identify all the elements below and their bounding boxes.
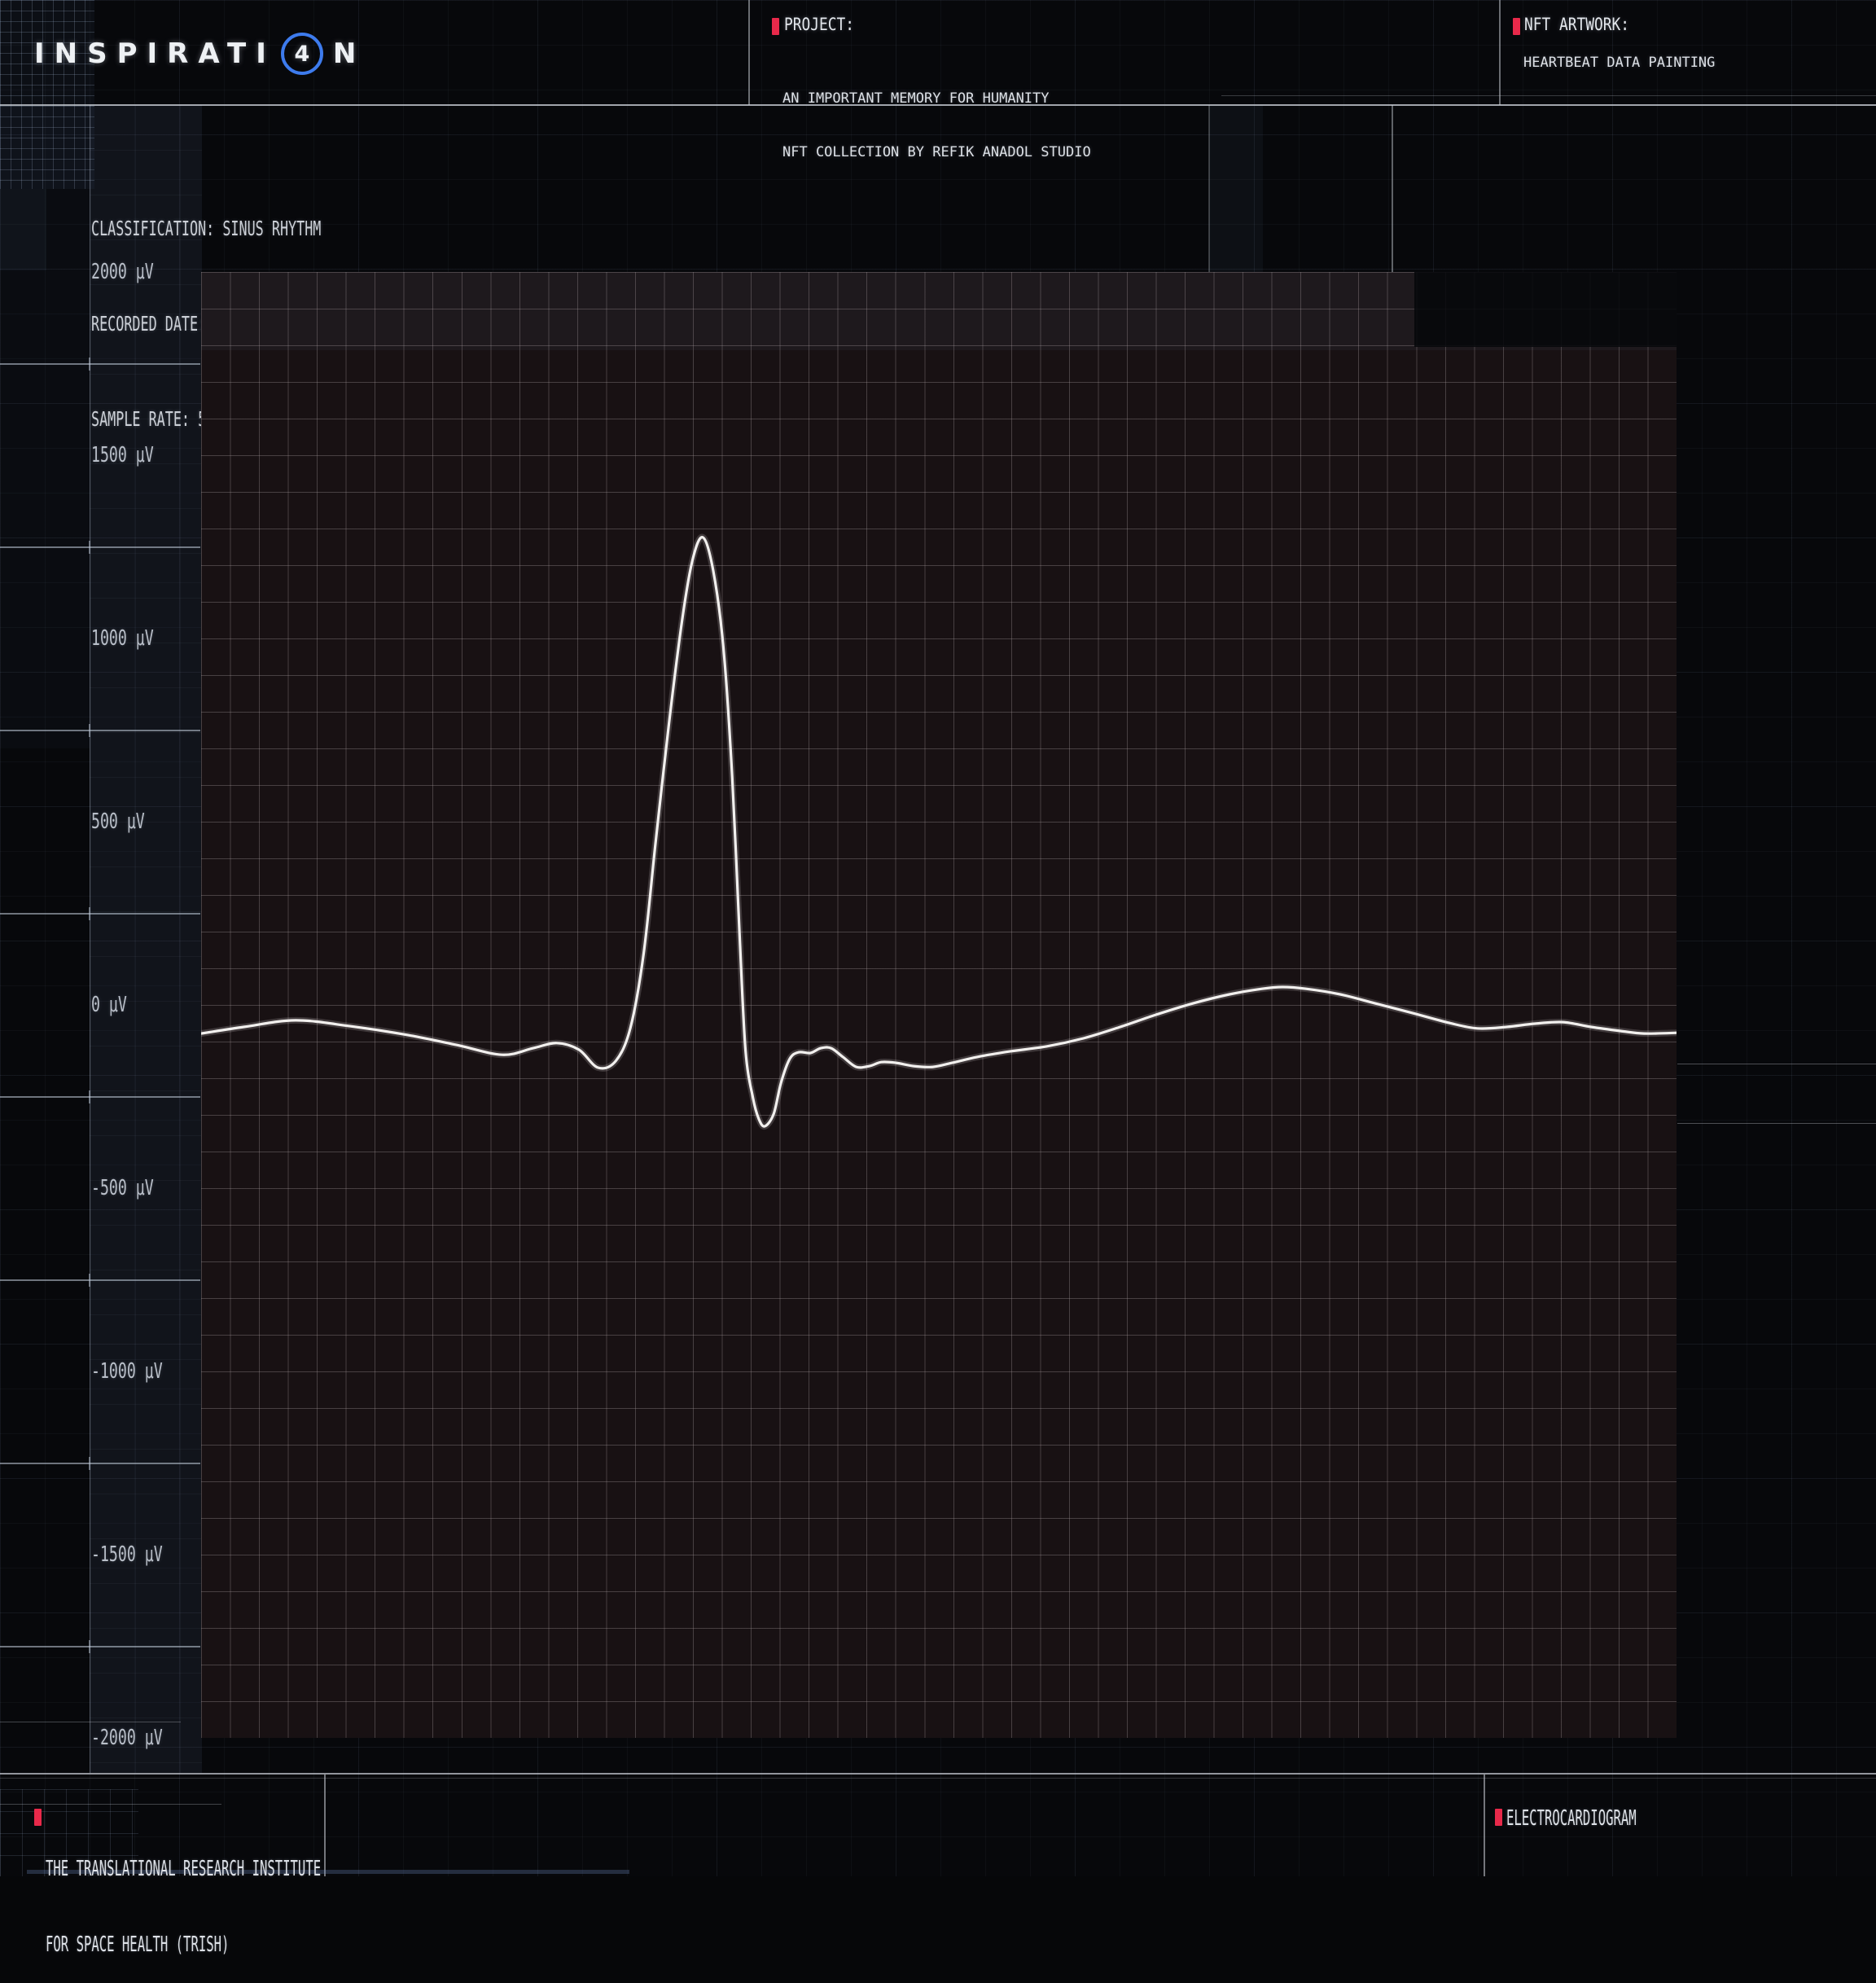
y-axis-tick-cross bbox=[89, 1090, 90, 1103]
classification-text: CLASSIFICATION: SINUS RHYTHM bbox=[91, 213, 419, 244]
artwork-canvas: { "header": { "logo": { "text_before": "… bbox=[0, 0, 1876, 1876]
inspiration4-logo: INSPIRATI 4 N bbox=[34, 33, 366, 75]
ecg-plot-area bbox=[201, 272, 1677, 1738]
y-axis-tick-cross bbox=[89, 1640, 90, 1653]
header-separator-artwork bbox=[1499, 0, 1501, 105]
background-hline-3 bbox=[1677, 1123, 1876, 1124]
trish-red-marker bbox=[34, 1809, 42, 1826]
y-axis-tick-cross bbox=[89, 724, 90, 737]
y-axis-tick bbox=[0, 730, 200, 731]
electrocardiogram-label: ELECTROCARDIOGRAM bbox=[1506, 1806, 1637, 1832]
trish-line-2: FOR SPACE HEALTH (TRISH) bbox=[46, 1933, 321, 1958]
ecg-red-marker bbox=[1495, 1809, 1502, 1826]
header-separator-project bbox=[748, 0, 750, 105]
trish-credit: THE TRANSLATIONAL RESEARCH INSTITUTE FOR… bbox=[46, 1806, 321, 1983]
y-axis-tick bbox=[0, 913, 200, 915]
y-axis-label: -500 μV bbox=[91, 1173, 154, 1204]
ecg-waveform-line bbox=[201, 537, 1677, 1127]
logo-number: 4 bbox=[294, 42, 309, 67]
ecg-waveform-svg bbox=[201, 272, 1677, 1738]
background-vline-2 bbox=[1208, 105, 1210, 273]
left-column-panel bbox=[0, 105, 90, 748]
y-axis-label: -1500 μV bbox=[91, 1539, 163, 1570]
footer-divider-line bbox=[0, 1773, 1876, 1775]
background-vline-1 bbox=[1392, 105, 1393, 273]
y-axis-tick-cross bbox=[89, 358, 90, 371]
upper-right-panel bbox=[1209, 105, 1263, 273]
artwork-label: NFT ARTWORK: bbox=[1524, 15, 1629, 34]
artwork-title: HEARTBEAT DATA PAINTING bbox=[1523, 54, 1715, 72]
y-axis-tick bbox=[0, 546, 200, 548]
footer-separator-right bbox=[1484, 1775, 1485, 1876]
artwork-red-marker bbox=[1513, 18, 1520, 35]
y-axis-label: 0 μV bbox=[91, 989, 127, 1020]
y-axis-tick bbox=[0, 1646, 200, 1647]
footer-separator-left bbox=[324, 1775, 326, 1876]
y-axis-tick-cross bbox=[89, 541, 90, 554]
y-axis-label: 1000 μV bbox=[91, 623, 154, 654]
project-line-2: NFT COLLECTION BY REFIK ANADOL STUDIO bbox=[782, 143, 1091, 161]
y-axis-tick bbox=[0, 1279, 200, 1281]
background-hline-1 bbox=[1221, 95, 1876, 96]
y-axis-label: -2000 μV bbox=[91, 1722, 163, 1753]
y-axis-tick-cross bbox=[89, 907, 90, 920]
logo-text-after: N bbox=[333, 37, 366, 70]
y-axis-tick bbox=[0, 1463, 200, 1464]
logo-text-before: INSPIRATI bbox=[34, 37, 276, 70]
logo-number-circle: 4 bbox=[281, 33, 323, 75]
project-red-marker bbox=[772, 18, 779, 35]
footer-divider-line-2 bbox=[0, 1778, 1876, 1779]
y-axis-tick-cross bbox=[89, 1274, 90, 1287]
y-axis-tick bbox=[0, 363, 200, 365]
y-axis-label: 500 μV bbox=[91, 806, 145, 837]
y-axis-label: 1500 μV bbox=[91, 440, 154, 471]
project-label: PROJECT: bbox=[784, 15, 854, 34]
y-axis-label: -1000 μV bbox=[91, 1356, 163, 1387]
project-line-1: AN IMPORTANT MEMORY FOR HUMANITY bbox=[782, 90, 1091, 107]
trish-line-1: THE TRANSLATIONAL RESEARCH INSTITUTE bbox=[46, 1857, 321, 1882]
project-description: AN IMPORTANT MEMORY FOR HUMANITY NFT COL… bbox=[782, 54, 1091, 179]
y-axis-tick-cross bbox=[89, 1457, 90, 1470]
background-hline-5 bbox=[0, 1804, 221, 1805]
y-axis-tick bbox=[0, 1096, 200, 1098]
y-axis-label: 2000 μV bbox=[91, 257, 154, 287]
